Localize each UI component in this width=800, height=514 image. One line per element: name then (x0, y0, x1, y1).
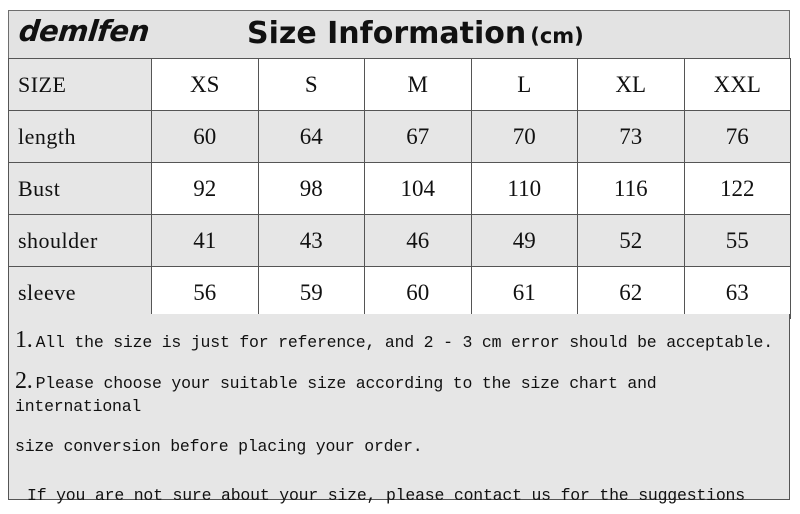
table-header-cell-m: M (364, 58, 472, 111)
table-header-cell-xs: XS (151, 58, 259, 111)
cell-sleeve-m: 60 (364, 266, 472, 319)
row-label-sleeve: sleeve (8, 266, 152, 319)
cell-length-xs: 60 (151, 110, 259, 163)
table-corner-label: SIZE (8, 58, 152, 111)
cell-sleeve-xs: 56 (151, 266, 259, 319)
cell-bust-xl: 116 (577, 162, 685, 215)
cell-shoulder-xs: 41 (151, 214, 259, 267)
row-label-shoulder: shoulder (8, 214, 152, 267)
page-title-text: Size Information (247, 16, 527, 51)
cell-bust-xxl: 122 (683, 162, 791, 215)
cell-bust-m: 104 (364, 162, 472, 215)
cell-sleeve-s: 59 (257, 266, 365, 319)
size-table: SIZE XS S M L XL XXL length 60 64 67 70 … (8, 58, 791, 319)
cell-shoulder-xxl: 55 (683, 214, 791, 267)
table-header-cell-xxl: XXL (683, 58, 791, 111)
table-header-row: SIZE XS S M L XL XXL (8, 58, 791, 111)
cell-sleeve-xxl: 63 (683, 266, 791, 319)
note-number-1: 1. (15, 327, 33, 353)
table-header-cell-xl: XL (577, 58, 685, 111)
note-item-3: If you are not sure about your size, ple… (27, 486, 745, 505)
cell-length-s: 64 (257, 110, 365, 163)
cell-length-l: 70 (470, 110, 578, 163)
cell-length-xl: 73 (577, 110, 685, 163)
note-number-2: 2. (15, 368, 33, 394)
cell-bust-s: 98 (257, 162, 365, 215)
cell-length-m: 67 (364, 110, 472, 163)
cell-bust-l: 110 (470, 162, 578, 215)
table-row: shoulder 41 43 46 49 52 55 (8, 214, 791, 267)
note-text-2-line-1: Please choose your suitable size accordi… (15, 374, 657, 416)
cell-shoulder-xl: 52 (577, 214, 685, 267)
note-item-2: 2. Please choose your suitable size accor… (15, 368, 790, 458)
table-row: sleeve 56 59 60 61 62 63 (8, 266, 791, 319)
page-title: Size Information (cm) (247, 16, 584, 51)
table-header-cell-l: L (470, 58, 578, 111)
table-header-cell-s: S (257, 58, 365, 111)
note-text-1: All the size is just for reference, and … (35, 333, 774, 352)
note-text-2-line-2: size conversion before placing your orde… (15, 437, 423, 456)
cell-shoulder-m: 46 (364, 214, 472, 267)
notes-section: 1. All the size is just for reference, an… (8, 314, 790, 505)
cell-bust-xs: 92 (151, 162, 259, 215)
brand-logo: demlfen (17, 14, 151, 48)
table-row: Bust 92 98 104 110 116 122 (8, 162, 791, 215)
cell-shoulder-s: 43 (257, 214, 365, 267)
cell-sleeve-l: 61 (470, 266, 578, 319)
row-label-length: length (8, 110, 152, 163)
table-row: length 60 64 67 70 73 76 (8, 110, 791, 163)
cell-length-xxl: 76 (683, 110, 791, 163)
page-title-unit: (cm) (530, 24, 584, 48)
cell-shoulder-l: 49 (470, 214, 578, 267)
size-chart-sheet: demlfen Size Information (cm) SIZE XS S M… (0, 0, 800, 514)
row-label-bust: Bust (8, 162, 152, 215)
note-item-1: 1. All the size is just for reference, an… (15, 327, 783, 354)
cell-sleeve-xl: 62 (577, 266, 685, 319)
title-band: demlfen Size Information (cm) (8, 10, 790, 58)
